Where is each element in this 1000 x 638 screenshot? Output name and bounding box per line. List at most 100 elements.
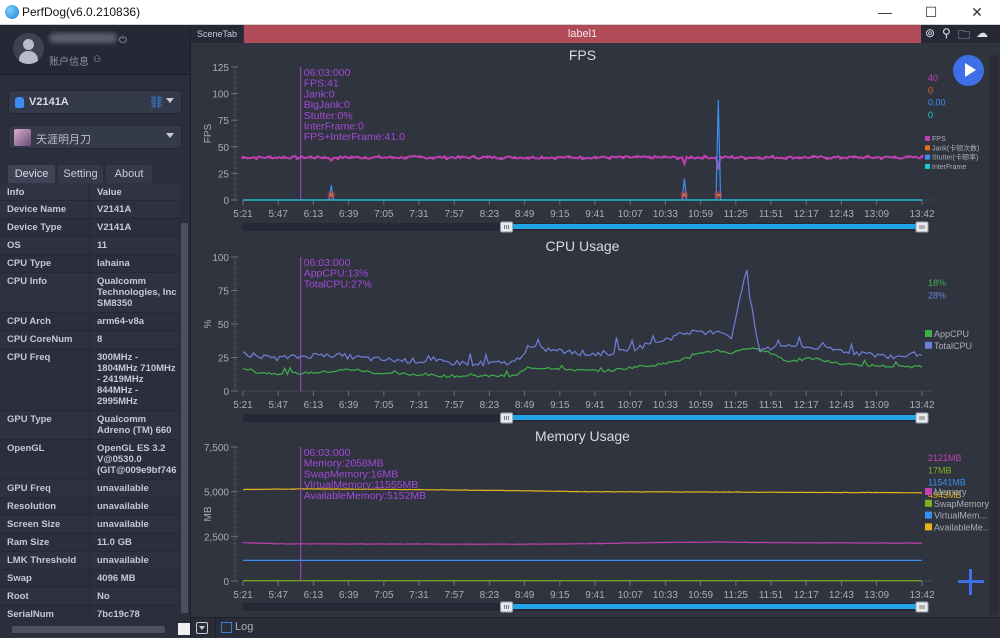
table-row: Root No xyxy=(0,588,180,606)
legend-swatch xyxy=(925,154,930,160)
maximize-button[interactable]: ☐ xyxy=(908,2,954,22)
scrollbar-thumb[interactable] xyxy=(181,223,188,613)
fps-point xyxy=(879,156,883,161)
charts-scrollbar[interactable] xyxy=(989,55,999,615)
log-checkbox[interactable] xyxy=(221,622,232,633)
info-value: arm64-v8a xyxy=(97,316,145,327)
x-tick-label: 6:13 xyxy=(304,400,324,411)
scrollbar-thumb[interactable] xyxy=(12,626,165,633)
fps-point xyxy=(893,155,897,159)
fps-point xyxy=(648,155,652,160)
table-row: CPU Type lahaina xyxy=(0,255,180,273)
table-row: Device Name V2141A xyxy=(0,201,180,219)
info-value: V2141A xyxy=(97,222,132,233)
x-tick-label: 5:47 xyxy=(268,400,288,411)
x-tick-label: 5:21 xyxy=(233,590,253,601)
table-header: Info Value xyxy=(0,183,180,201)
usb-link-icon[interactable]: ⛓ xyxy=(149,95,164,109)
x-tick-label: 10:59 xyxy=(688,209,713,220)
fps-point xyxy=(526,156,530,160)
x-tick-label: 7:57 xyxy=(444,590,464,601)
fps-point xyxy=(689,155,693,159)
current-value: 28% xyxy=(928,290,946,300)
fps-point xyxy=(675,156,680,161)
info-key: CPU Freq xyxy=(0,349,90,410)
play-button[interactable] xyxy=(953,55,984,86)
x-tick-label: 7:31 xyxy=(409,400,429,411)
app-selector-value: 天涯明月刀 xyxy=(36,134,91,146)
device-info-table: Info Value Device Name V2141A Device Type V… xyxy=(0,183,180,623)
table-row: Swap 4096 MB xyxy=(0,570,180,588)
info-key: Ram Size xyxy=(0,534,90,551)
info-key: SerialNum xyxy=(0,606,90,623)
current-value: 17MB xyxy=(928,465,952,475)
x-tick-label: 5:21 xyxy=(233,400,253,411)
jank-marker-dot xyxy=(716,193,720,197)
power-icon[interactable]: ⏻ xyxy=(119,35,127,46)
fps-point xyxy=(336,156,340,161)
table-row: Screen Size unavailable xyxy=(0,516,180,534)
info-value: 8 xyxy=(97,334,103,345)
close-button[interactable]: ✕ xyxy=(954,2,1000,22)
fps-point xyxy=(322,155,327,159)
range-slider-selection[interactable] xyxy=(506,604,922,609)
account-info-label[interactable]: 账户信息 xyxy=(49,53,89,68)
x-tick-label: 12:43 xyxy=(829,400,854,411)
chart-cpu: CPU Usage% 0 25 50 75 100 5:21 5:47 6:13 6:39 7:05… xyxy=(203,238,972,424)
fps-point xyxy=(866,154,870,158)
x-tick-label: 6:39 xyxy=(339,400,359,411)
fps-point xyxy=(920,154,924,159)
tab-device[interactable]: Device xyxy=(8,165,55,183)
table-row: Ram Size 11.0 GB xyxy=(0,534,180,552)
app-selector[interactable]: 天涯明月刀 xyxy=(8,125,182,149)
minimize-button[interactable]: — xyxy=(862,2,908,22)
legend-swatch xyxy=(925,341,932,349)
current-value: 18% xyxy=(928,278,946,288)
cursor-tooltip-line: AvailableMemory:5152MB xyxy=(304,490,426,502)
table-row: SerialNum 7bc19c78 xyxy=(0,606,180,623)
legend-swatch xyxy=(925,523,932,531)
x-tick-label: 10:33 xyxy=(653,400,678,411)
range-slider-selection[interactable] xyxy=(506,415,922,420)
android-icon xyxy=(15,97,24,108)
table-row: CPU Arch arm64-v8a xyxy=(0,313,180,331)
device-selector[interactable]: V2141A ⛓ xyxy=(8,90,182,114)
chart-title: CPU Usage xyxy=(546,238,620,254)
legend-swatch xyxy=(925,136,930,141)
x-tick-label: 6:13 xyxy=(304,209,324,220)
info-key: Screen Size xyxy=(0,516,90,533)
x-tick-label: 6:13 xyxy=(304,590,324,601)
range-slider-selection[interactable] xyxy=(506,224,922,229)
x-tick-label: 12:43 xyxy=(829,209,854,220)
y-tick-label: 50 xyxy=(218,320,230,331)
info-key: Device Type xyxy=(0,219,90,236)
x-tick-label: 5:47 xyxy=(268,590,288,601)
tab-about[interactable]: About xyxy=(106,165,152,183)
expand-log-button[interactable] xyxy=(196,622,208,634)
tab-setting[interactable]: Setting xyxy=(58,165,103,183)
x-tick-label: 5:21 xyxy=(233,209,253,220)
x-tick-label: 9:41 xyxy=(585,400,605,411)
chevron-down-icon[interactable] xyxy=(166,98,174,103)
horizontal-scrollbar[interactable] xyxy=(0,623,190,637)
x-tick-label: 12:17 xyxy=(794,400,819,411)
avatar[interactable] xyxy=(13,33,44,64)
x-tick-label: 10:59 xyxy=(688,400,713,411)
x-tick-label: 8:49 xyxy=(515,400,535,411)
fps-point xyxy=(580,156,585,161)
y-axis-label: FPS xyxy=(203,123,214,143)
y-tick-label: 75 xyxy=(218,116,230,127)
x-tick-label: 9:15 xyxy=(550,400,570,411)
log-label: Log xyxy=(235,621,254,633)
add-chart-button[interactable] xyxy=(956,567,986,597)
main-panel: SceneTab label1 ⊚ ⚲ 🗀 ☁ FPS FPS 0 25 50 75 100… xyxy=(191,25,1000,617)
fps-point xyxy=(540,155,544,159)
x-tick-label: 7:31 xyxy=(409,590,429,601)
vertical-scrollbar[interactable] xyxy=(180,205,190,635)
x-tick-label: 9:15 xyxy=(550,590,570,601)
title-bar: PerfDog(v6.0.210836) — ☐ ✕ xyxy=(0,0,1000,25)
legend-label: SwapMemory xyxy=(934,499,990,509)
account-settings-icon[interactable]: ⚇ xyxy=(93,54,101,65)
chevron-down-icon[interactable] xyxy=(166,133,174,138)
y-tick-label: 100 xyxy=(212,90,229,101)
